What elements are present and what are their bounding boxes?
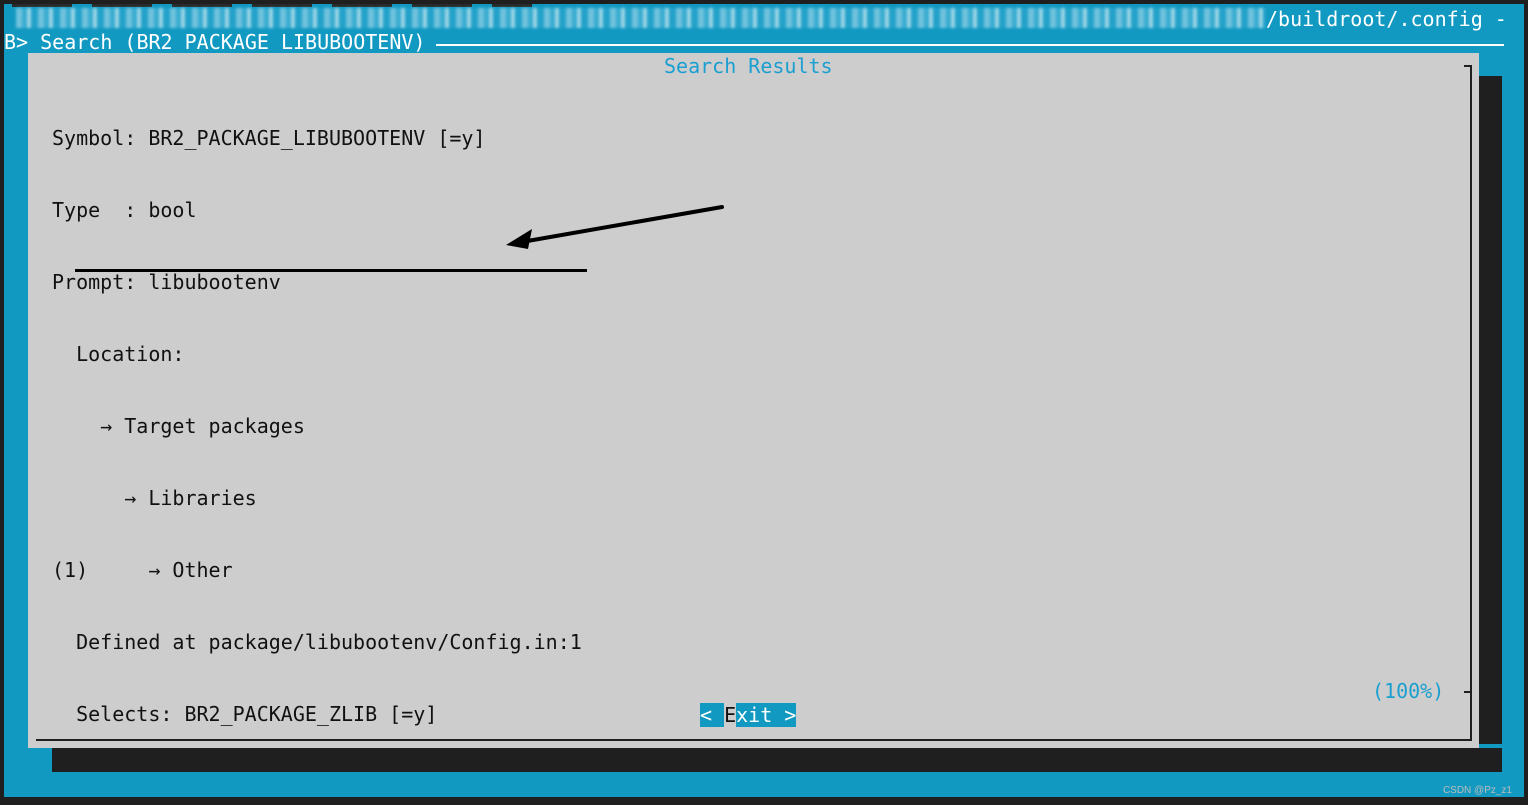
location-line: Location: <box>52 342 185 366</box>
watermark: CSDN @Pz_z1 <box>1442 785 1512 796</box>
exit-hotkey: E <box>724 703 737 727</box>
symbol-line: Symbol: BR2_PACKAGE_LIBUBOOTENV [=y] <box>52 126 486 150</box>
location-target-packages: → Target packages <box>52 414 305 438</box>
prompt-line: Prompt: libubootenv <box>52 270 281 294</box>
exit-button-left: < <box>700 703 725 727</box>
location-libraries: → Libraries <box>52 486 257 510</box>
result-text-area[interactable]: Symbol: BR2_PACKAGE_LIBUBOOTENV [=y] Typ… <box>52 78 582 774</box>
dialog-title: Search Results <box>664 54 833 78</box>
dialog-border-right <box>1470 65 1472 739</box>
annotation-underline <box>75 269 587 272</box>
dialog-shadow-right <box>1475 76 1502 744</box>
dialog-border-corner <box>1464 65 1472 67</box>
selects-line: Selects: BR2_PACKAGE_ZLIB [=y] <box>52 702 438 726</box>
blurred-path <box>16 8 1266 28</box>
annotation-arrow-icon <box>506 205 724 249</box>
location-other: (1) → Other <box>52 558 233 582</box>
exit-button[interactable]: < Exit > <box>700 703 797 727</box>
terminal-screen: /buildroot/.config - B> Search (BR2_PACK… <box>4 4 1524 797</box>
defined-at-line: Defined at package/libubootenv/Config.in… <box>52 630 582 654</box>
backtitle: B> Search (BR2_PACKAGE_LIBUBOOTENV) <box>4 30 426 54</box>
search-results-dialog: Search Results Symbol: BR2_PACKAGE_LIBUB… <box>28 53 1479 748</box>
scroll-tick <box>1464 691 1472 693</box>
exit-button-rest: xit > <box>736 703 797 727</box>
backtitle-rule <box>436 44 1504 46</box>
config-path-text: /buildroot/.config - <box>1266 7 1507 31</box>
scroll-percent: (100%) <box>1372 679 1445 703</box>
